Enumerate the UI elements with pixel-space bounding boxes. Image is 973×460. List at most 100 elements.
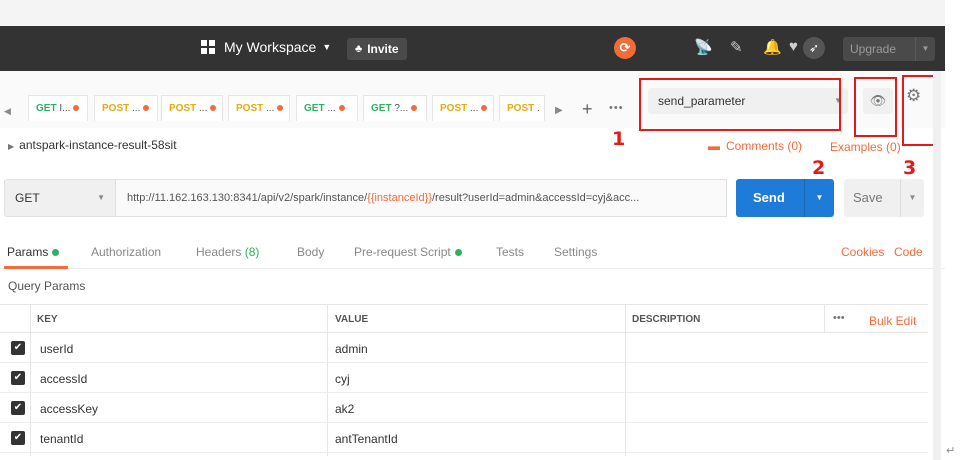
- request-name-label: antspark-instance-result-58sit: [19, 138, 177, 152]
- comments-link[interactable]: ▬ Comments (0): [708, 139, 802, 153]
- expand-caret-icon[interactable]: ▶: [8, 142, 14, 151]
- tab-method: POST: [102, 103, 130, 114]
- headers-count: (8): [244, 245, 260, 259]
- url-bar: GET ▼ http://11.162.163.130:8341/api/v2/…: [0, 176, 945, 220]
- tab-headers-label: Headers: [196, 245, 242, 259]
- send-options-chevron-icon[interactable]: ▼: [804, 179, 834, 217]
- request-subtabs: Params Authorization Headers (8) Body Pr…: [0, 233, 945, 269]
- bell-icon[interactable]: 🔔: [763, 38, 782, 56]
- tab-method: GET: [36, 103, 57, 114]
- more-options-icon[interactable]: •••: [833, 312, 845, 324]
- params-table-header: KEY VALUE DESCRIPTION ••• Bulk Edit: [0, 304, 928, 333]
- upgrade-button[interactable]: Upgrade ▼: [843, 37, 935, 61]
- request-name[interactable]: ▶ antspark-instance-result-58sit: [8, 138, 177, 152]
- unsaved-dot: [73, 105, 80, 112]
- table-row: ✔ tenantId antTenantId: [0, 423, 928, 453]
- param-key[interactable]: accessKey: [40, 402, 98, 416]
- url-variable: {{instanceId}}: [367, 192, 432, 204]
- table-row: ✔ accessId cyj: [0, 363, 928, 393]
- col-divider: [824, 304, 825, 333]
- param-key[interactable]: userId: [40, 342, 73, 356]
- workspace-switcher[interactable]: My Workspace ▼: [201, 39, 331, 55]
- active-dot: [454, 249, 462, 257]
- tab-method: GET: [304, 103, 325, 114]
- more-tabs-icon[interactable]: •••: [609, 102, 624, 114]
- return-mark: ↵: [946, 445, 956, 457]
- checkbox[interactable]: ✔: [11, 401, 25, 415]
- tab-name: ...: [327, 103, 336, 114]
- save-label: Save: [853, 190, 883, 205]
- sync-icon[interactable]: ⟳: [614, 37, 636, 59]
- request-tab[interactable]: POST ...: [161, 95, 223, 121]
- invite-label: Invite: [367, 42, 399, 56]
- save-options-chevron-icon[interactable]: ▼: [900, 179, 924, 217]
- tab-body[interactable]: Body: [297, 245, 324, 259]
- url-prefix: http://11.162.163.130:8341/api/v2/spark/…: [127, 192, 368, 204]
- request-tab[interactable]: GET I...: [28, 95, 88, 121]
- code-link[interactable]: Code: [894, 245, 923, 259]
- method-select[interactable]: GET ▼: [4, 179, 116, 217]
- param-key[interactable]: tenantId: [40, 432, 83, 446]
- request-tab[interactable]: POST ...: [94, 95, 158, 121]
- param-value[interactable]: ak2: [335, 402, 354, 416]
- tab-params-label: Params: [7, 245, 49, 259]
- window-top-strip: [0, 0, 945, 26]
- tab-name: ...: [132, 103, 141, 114]
- col-description-header: DESCRIPTION: [632, 314, 701, 325]
- checkbox[interactable]: ✔: [11, 341, 25, 355]
- param-value[interactable]: cyj: [335, 372, 350, 386]
- save-button[interactable]: Save ▼: [844, 179, 924, 217]
- unsaved-dot: [338, 105, 345, 112]
- unsaved-dot: [210, 105, 217, 112]
- bulk-edit-link[interactable]: Bulk Edit: [869, 314, 916, 328]
- table-row: ✔ accessKey ak2: [0, 393, 928, 423]
- tab-params[interactable]: Params: [7, 245, 60, 259]
- new-tab-button[interactable]: +: [582, 99, 593, 120]
- heart-icon[interactable]: ♥: [789, 38, 798, 55]
- request-tab[interactable]: GET ...: [296, 95, 358, 121]
- tab-name: ?...: [394, 103, 409, 114]
- col-key-header: KEY: [37, 314, 58, 325]
- interceptor-icon[interactable]: ✎: [730, 38, 743, 56]
- tab-tests[interactable]: Tests: [496, 245, 524, 259]
- tab-method: POST: [236, 103, 264, 114]
- tab-prerequest-script[interactable]: Pre-request Script: [354, 245, 462, 259]
- cookies-link[interactable]: Cookies: [841, 245, 884, 259]
- chevron-down-icon[interactable]: ▼: [915, 37, 935, 61]
- unsaved-dot: [481, 105, 488, 112]
- tab-headers[interactable]: Headers (8): [196, 245, 259, 259]
- tab-method: POST: [440, 103, 468, 114]
- scroll-left-icon[interactable]: ◀: [4, 106, 11, 117]
- examples-link[interactable]: Examples (0): [830, 140, 901, 154]
- request-tab[interactable]: GET ?...: [363, 95, 427, 121]
- checkbox[interactable]: ✔: [11, 431, 25, 445]
- chevron-down-icon: ▼: [97, 193, 105, 202]
- invite-button[interactable]: ♣ Invite: [347, 38, 407, 60]
- send-button[interactable]: Send ▼: [736, 179, 834, 217]
- satellite-icon[interactable]: 📡: [694, 38, 713, 56]
- tab-name: ...: [199, 103, 208, 114]
- request-tab[interactable]: POST ...: [228, 95, 290, 121]
- tab-settings[interactable]: Settings: [554, 245, 597, 259]
- param-value[interactable]: admin: [335, 342, 368, 356]
- request-title-row: ▶ antspark-instance-result-58sit ▬ Comment…: [0, 128, 945, 164]
- active-dot: [52, 249, 60, 257]
- request-tab[interactable]: POST ...: [432, 95, 494, 121]
- url-input[interactable]: http://11.162.163.130:8341/api/v2/spark/…: [116, 179, 727, 217]
- checkbox[interactable]: ✔: [11, 371, 25, 385]
- method-value: GET: [15, 191, 40, 205]
- scroll-right-icon[interactable]: ▶: [555, 105, 563, 116]
- rocket-icon[interactable]: ➶: [803, 37, 825, 59]
- tab-authorization[interactable]: Authorization: [91, 245, 161, 259]
- param-value[interactable]: antTenantId: [335, 432, 398, 446]
- chevron-down-icon: ▼: [322, 42, 332, 52]
- scrollbar[interactable]: [933, 71, 941, 460]
- url-suffix: /result?userId=admin&accessId=cyj&acc...: [431, 192, 640, 204]
- col-value-header: VALUE: [335, 314, 369, 325]
- tab-method: POST: [507, 103, 535, 114]
- app-header: My Workspace ▼ ♣ Invite ⟳ 📡 ✎ 🔔 ♥ ➶ Upgr…: [0, 26, 945, 71]
- upgrade-label: Upgrade: [850, 42, 897, 56]
- active-tab-underline: [4, 266, 68, 269]
- request-tab[interactable]: POST .: [499, 95, 545, 121]
- param-key[interactable]: accessId: [40, 372, 87, 386]
